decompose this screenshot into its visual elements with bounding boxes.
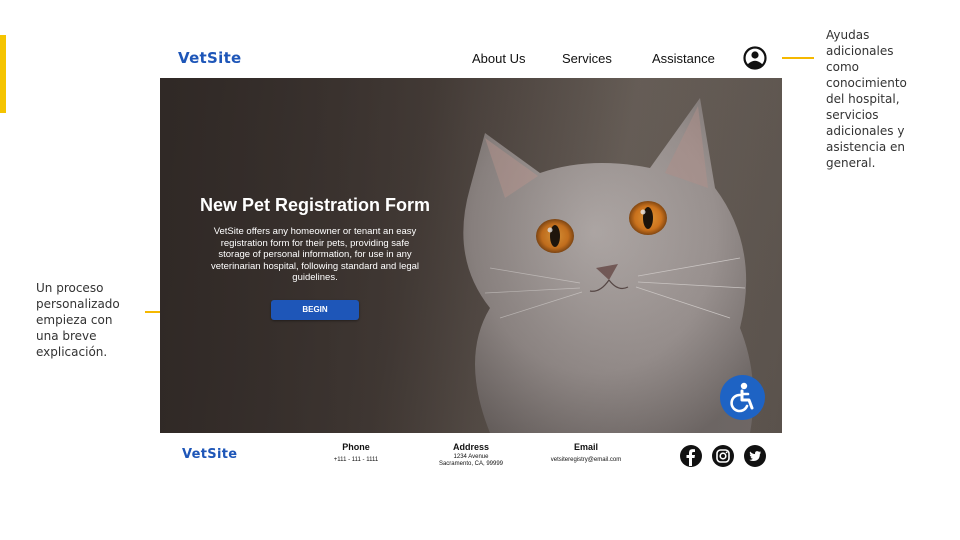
begin-button[interactable]: BEGIN	[271, 300, 359, 320]
facebook-icon[interactable]	[680, 445, 702, 467]
footer-address-line2: Sacramento, CA, 99999	[438, 461, 504, 467]
accessibility-button[interactable]	[720, 375, 765, 420]
footer-address-line1: 1234 Avenue	[453, 454, 489, 460]
site-logo[interactable]: VetSite	[178, 49, 242, 67]
footer: VetSite Phone +111 - 111 - 1111 Address …	[160, 433, 782, 472]
user-icon[interactable]	[743, 46, 767, 70]
annotation-left: Un proceso personalizado empieza con una…	[36, 281, 120, 359]
hero-title: New Pet Registration Form	[199, 195, 431, 215]
website-mockup: VetSite About Us Services Assistance New…	[160, 40, 782, 472]
accent-bar	[0, 35, 6, 113]
footer-phone-value: +111 - 111 - 1111	[333, 457, 379, 463]
top-navigation: VetSite About Us Services Assistance	[160, 40, 782, 78]
footer-phone-label: Phone	[342, 442, 370, 452]
footer-address-label: Address	[452, 442, 489, 452]
twitter-icon[interactable]	[744, 445, 766, 467]
footer-logo[interactable]: VetSite	[182, 447, 237, 462]
annotation-right: Ayudas adicionales como conocimiento del…	[826, 28, 907, 170]
hero-description: VetSite offers any homeowner or tenant a…	[210, 226, 420, 283]
nav-assistance[interactable]: Assistance	[652, 51, 715, 66]
nav-services[interactable]: Services	[562, 51, 612, 66]
footer-email-label: Email	[573, 442, 598, 452]
nav-about-us[interactable]: About Us	[472, 51, 525, 66]
footer-email-value: vetsiteregistry@email.com	[550, 457, 622, 463]
instagram-icon[interactable]	[712, 445, 734, 467]
accessibility-icon	[730, 382, 754, 413]
hero-banner: New Pet Registration Form VetSite offers…	[160, 78, 782, 433]
